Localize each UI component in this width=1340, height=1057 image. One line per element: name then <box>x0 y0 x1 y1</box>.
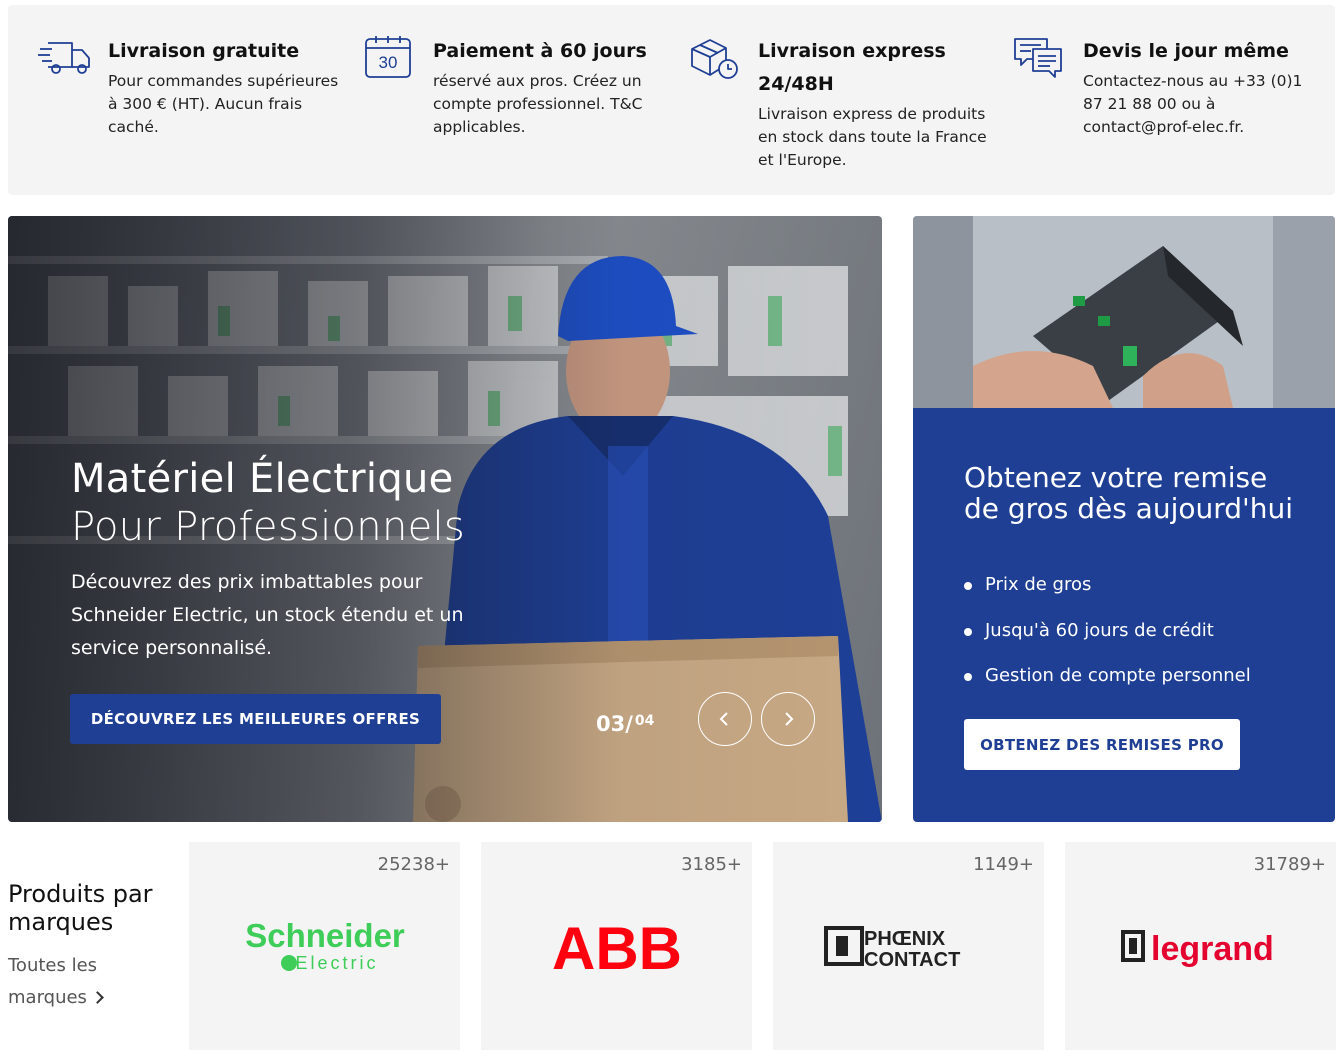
svg-text:legrand: legrand <box>1151 930 1274 968</box>
brand-product-count: 3185+ <box>681 854 742 875</box>
slide-pager: 03/04 <box>596 712 654 736</box>
feature-text: Contactez-nous au +33 (0)1 87 21 88 00 o… <box>1083 72 1303 136</box>
get-pro-discounts-button[interactable]: OBTENEZ DES REMISES PRO <box>964 719 1240 770</box>
feature-title: Livraison gratuite <box>108 40 300 62</box>
brand-card-abb[interactable]: 3185+ ABB <box>481 842 752 1050</box>
hero-subtitle: Pour Professionnels <box>71 504 466 550</box>
slide-total: 04 <box>634 713 655 729</box>
bullet-icon <box>964 582 972 590</box>
feature-text: Livraison express de produits en stock d… <box>758 105 987 169</box>
feature-title: Devis le jour même <box>1083 40 1289 62</box>
prev-slide-button[interactable] <box>698 692 752 746</box>
promo-title: Obtenez votre remise de gros dès aujourd… <box>964 461 1293 525</box>
svg-text:Electric: Electric <box>295 953 378 973</box>
promo-plc-image <box>913 216 1335 408</box>
phoenix-contact-logo: PHŒNIX CONTACT <box>773 902 1044 992</box>
schneider-logo: Schneider Electric <box>189 902 460 992</box>
chevron-right-icon <box>91 991 104 1004</box>
brand-product-count: 1149+ <box>973 854 1034 875</box>
bullet-icon <box>964 673 972 681</box>
all-brands-link[interactable]: Toutes les marques <box>8 950 128 1014</box>
promo-benefit: Gestion de compte personnel <box>964 665 1251 711</box>
feature-text: réservé aux pros. Créez un compte profes… <box>433 72 643 136</box>
feature-title: Livraison express 24/48H <box>758 40 946 95</box>
brand-card-phoenix-contact[interactable]: 1149+ PHŒNIX CONTACT <box>773 842 1044 1050</box>
feature-title: Paiement à 60 jours <box>433 40 647 62</box>
svg-text:ABB: ABB <box>552 917 682 977</box>
calendar-icon: 30 <box>365 36 411 78</box>
box-clock-icon <box>691 39 738 79</box>
chat-bubbles-icon <box>1014 38 1062 78</box>
brand-card-legrand[interactable]: 31789+ legrand <box>1065 842 1336 1050</box>
best-offers-button[interactable]: DÉCOUVREZ LES MEILLEURES OFFRES <box>70 694 441 744</box>
chevron-right-icon <box>785 712 794 726</box>
calendar-day: 30 <box>379 53 398 72</box>
legrand-logo: legrand <box>1065 902 1336 992</box>
brand-product-count: 31789+ <box>1253 854 1326 875</box>
next-slide-button[interactable] <box>761 692 815 746</box>
hero-description: Découvrez des prix imbattables pour Schn… <box>71 571 464 659</box>
brand-product-count: 25238+ <box>377 854 450 875</box>
slide-current: 03/ <box>596 712 633 736</box>
promo-benefits-list: Prix de gros Jusqu'à 60 jours de crédit … <box>964 574 1251 711</box>
hero-title: Matériel Électrique <box>71 456 454 502</box>
hero-slider: Matériel Électrique Pour Professionnels … <box>8 216 882 822</box>
chevron-left-icon <box>719 712 728 726</box>
bullet-icon <box>964 627 972 636</box>
svg-text:Schneider: Schneider <box>245 917 405 954</box>
feature-text: Pour commandes supérieures à 300 € (HT).… <box>108 72 339 136</box>
abb-logo: ABB <box>481 902 752 992</box>
truck-icon <box>38 42 90 74</box>
brand-card-schneider[interactable]: 25238+ Schneider Electric <box>189 842 460 1050</box>
brands-heading: Produits par marques <box>8 880 153 936</box>
svg-text:CONTACT: CONTACT <box>864 949 960 971</box>
promo-benefit: Jusqu'à 60 jours de crédit <box>964 620 1251 666</box>
promo-benefit: Prix de gros <box>964 574 1251 620</box>
svg-text:PHŒNIX: PHŒNIX <box>864 928 946 950</box>
wholesale-promo-card: Obtenez votre remise de gros dès aujourd… <box>913 216 1335 822</box>
features-bar: Livraison gratuite Pour commandes supéri… <box>8 5 1335 195</box>
